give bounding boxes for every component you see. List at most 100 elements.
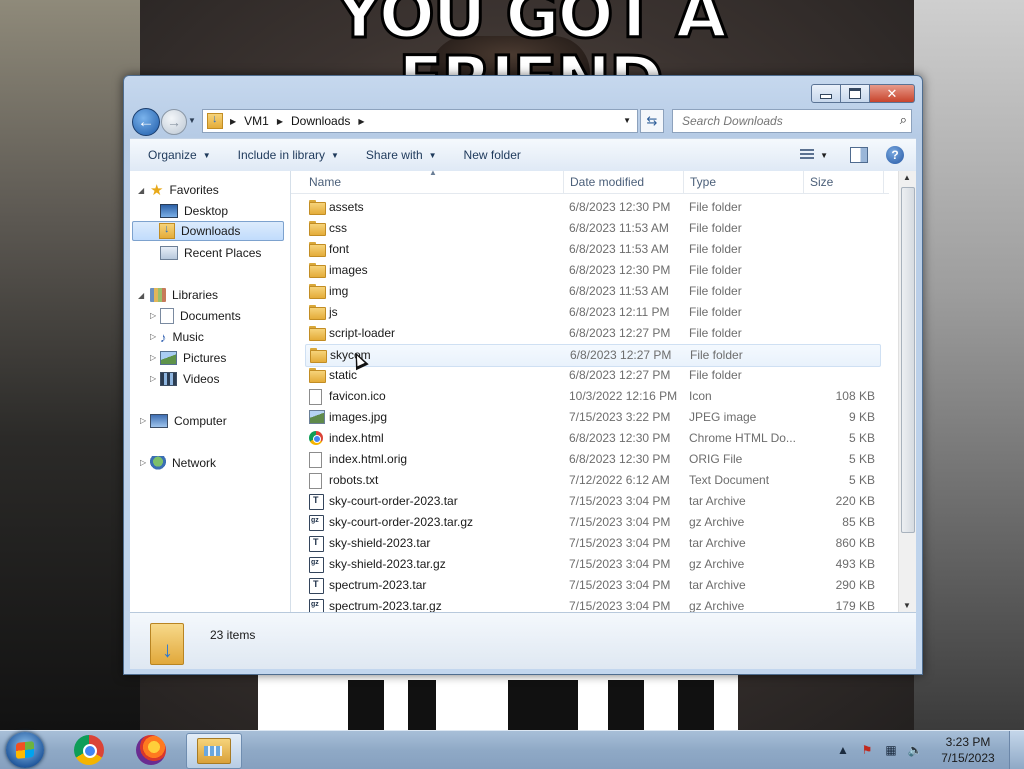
- file-row[interactable]: skycom 6/8/2023 12:27 PM File folder: [305, 344, 881, 367]
- collapsed-triangle-icon[interactable]: ▷: [140, 416, 146, 425]
- clock[interactable]: 3:23 PM 7/15/2023: [933, 734, 1003, 766]
- recent-pages-dropdown[interactable]: ▼: [188, 116, 196, 125]
- column-date-modified[interactable]: Date modified: [570, 175, 644, 189]
- file-row[interactable]: favicon.ico 10/3/2022 12:16 PM Icon 108 KB: [305, 386, 879, 407]
- file-date: 6/8/2023 12:11 PM: [569, 305, 670, 319]
- search-icon[interactable]: ⌕: [900, 112, 907, 128]
- forward-button[interactable]: →: [161, 109, 187, 135]
- file-row[interactable]: assets 6/8/2023 12:30 PM File folder: [305, 197, 879, 218]
- breadcrumb-downloads[interactable]: Downloads: [291, 114, 350, 128]
- nav-videos[interactable]: Videos: [160, 369, 219, 389]
- file-row[interactable]: img 6/8/2023 11:53 AM File folder: [305, 281, 879, 302]
- nav-network[interactable]: Network: [150, 453, 216, 473]
- collapsed-triangle-icon[interactable]: ▷: [140, 458, 146, 467]
- collapsed-triangle-icon[interactable]: ▷: [150, 353, 156, 362]
- taskbar-explorer[interactable]: [186, 733, 242, 769]
- preview-pane-icon[interactable]: [850, 147, 868, 163]
- taskbar-chrome[interactable]: [62, 733, 116, 767]
- maximize-button[interactable]: [841, 84, 870, 103]
- nav-computer[interactable]: Computer: [150, 411, 227, 431]
- scrollbar-thumb[interactable]: [901, 187, 915, 533]
- file-date: 7/15/2023 3:04 PM: [569, 515, 671, 529]
- star-icon: ★: [150, 182, 164, 199]
- file-name: sky-court-order-2023.tar: [329, 494, 458, 508]
- include-in-library-button[interactable]: Include in library ▼: [229, 148, 348, 162]
- file-row[interactable]: index.html 6/8/2023 12:30 PM Chrome HTML D…: [305, 428, 879, 449]
- nav-downloads[interactable]: Downloads: [132, 221, 284, 241]
- file-row[interactable]: sky-shield-2023.tar 7/15/2023 3:04 PM tar …: [305, 533, 879, 554]
- videos-icon: [160, 372, 177, 386]
- column-type[interactable]: Type: [690, 175, 716, 189]
- column-divider[interactable]: [683, 171, 684, 193]
- file-type: File folder: [689, 200, 742, 214]
- nav-recent-places[interactable]: Recent Places: [160, 243, 261, 263]
- nav-desktop[interactable]: Desktop: [160, 201, 228, 221]
- nav-pictures[interactable]: Pictures: [160, 348, 226, 368]
- file-row[interactable]: images.jpg 7/15/2023 3:22 PM JPEG image 9 K…: [305, 407, 879, 428]
- address-bar[interactable]: ▶ VM1 ▶ Downloads ▶ ▼: [202, 109, 638, 133]
- column-divider[interactable]: [803, 171, 804, 193]
- back-button[interactable]: ←: [132, 108, 160, 136]
- file-row[interactable]: images 6/8/2023 12:30 PM File folder: [305, 260, 879, 281]
- scroll-down-icon[interactable]: ▼: [903, 601, 911, 610]
- refresh-button[interactable]: ⇆: [640, 109, 664, 133]
- search-box[interactable]: ⌕: [672, 109, 912, 133]
- show-hidden-icons-icon[interactable]: ▲: [835, 743, 851, 757]
- scroll-up-icon[interactable]: ▲: [903, 173, 911, 182]
- file-row[interactable]: sky-shield-2023.tar.gz 7/15/2023 3:04 PM g…: [305, 554, 879, 575]
- collapsed-triangle-icon[interactable]: ▷: [150, 332, 156, 341]
- close-button[interactable]: ✕: [870, 84, 915, 103]
- address-dropdown-icon[interactable]: ▼: [623, 116, 631, 125]
- share-with-button[interactable]: Share with ▼: [357, 148, 446, 162]
- file-name: font: [329, 242, 350, 256]
- column-divider[interactable]: [563, 171, 564, 193]
- window-controls: ✕: [811, 84, 915, 103]
- new-folder-button[interactable]: New folder: [455, 148, 530, 162]
- nav-favorites[interactable]: ★ Favorites: [150, 180, 219, 200]
- file-row[interactable]: spectrum-2023.tar.gz 7/15/2023 3:04 PM gz …: [305, 596, 879, 612]
- nav-libraries[interactable]: Libraries: [150, 285, 218, 305]
- file-row[interactable]: index.html.orig 6/8/2023 12:30 PM ORIG Fil…: [305, 449, 879, 470]
- breadcrumb-vm1[interactable]: VM1: [244, 114, 269, 128]
- nav-documents[interactable]: Documents: [160, 306, 241, 326]
- column-name[interactable]: Name: [309, 175, 341, 189]
- volume-icon[interactable]: 🔈: [907, 743, 923, 757]
- file-name: script-loader: [329, 326, 396, 340]
- file-row[interactable]: sky-court-order-2023.tar.gz 7/15/2023 3:0…: [305, 512, 879, 533]
- chevron-down-icon: ▼: [331, 150, 339, 160]
- breadcrumb-separator-icon[interactable]: ▶: [358, 117, 364, 126]
- file-row[interactable]: sky-court-order-2023.tar 7/15/2023 3:04 P…: [305, 491, 879, 512]
- column-divider[interactable]: [883, 171, 884, 193]
- expanded-triangle-icon[interactable]: ◢: [138, 291, 144, 300]
- view-options-dropdown-icon[interactable]: ▼: [820, 151, 828, 160]
- file-row[interactable]: font 6/8/2023 11:53 AM File folder: [305, 239, 879, 260]
- file-type: tar Archive: [689, 536, 746, 550]
- file-row[interactable]: css 6/8/2023 11:53 AM File folder: [305, 218, 879, 239]
- expanded-triangle-icon[interactable]: ◢: [138, 186, 144, 195]
- file-row[interactable]: js 6/8/2023 12:11 PM File folder: [305, 302, 879, 323]
- search-input[interactable]: [680, 113, 889, 129]
- show-desktop-button[interactable]: [1009, 731, 1024, 769]
- taskbar-firefox[interactable]: [124, 733, 178, 767]
- file-name: robots.txt: [329, 473, 379, 487]
- breadcrumb-separator-icon[interactable]: ▶: [230, 117, 236, 126]
- nav-music[interactable]: ♪ Music: [160, 327, 204, 347]
- organize-button[interactable]: Organize ▼: [139, 148, 220, 162]
- network-status-icon[interactable]: ▦: [883, 743, 899, 757]
- file-row[interactable]: static 6/8/2023 12:27 PM File folder: [305, 365, 879, 386]
- action-center-icon[interactable]: ⚑: [859, 743, 875, 757]
- breadcrumb-separator-icon[interactable]: ▶: [277, 117, 283, 126]
- file-row[interactable]: spectrum-2023.tar 7/15/2023 3:04 PM tar Ar…: [305, 575, 879, 596]
- column-size[interactable]: Size: [810, 175, 833, 189]
- file-row[interactable]: robots.txt 7/12/2022 6:12 AM Text Document…: [305, 470, 879, 491]
- collapsed-triangle-icon[interactable]: ▷: [150, 374, 156, 383]
- collapsed-triangle-icon[interactable]: ▷: [150, 311, 156, 320]
- minimize-button[interactable]: [811, 84, 841, 103]
- file-row[interactable]: script-loader 6/8/2023 12:27 PM File folde…: [305, 323, 879, 344]
- start-button[interactable]: [6, 732, 44, 768]
- vertical-scrollbar[interactable]: ▲ ▼: [898, 171, 916, 612]
- nav-documents-label: Documents: [180, 309, 241, 323]
- help-icon[interactable]: ?: [886, 146, 904, 164]
- file-type: File folder: [689, 368, 742, 382]
- view-details-icon[interactable]: [800, 149, 815, 161]
